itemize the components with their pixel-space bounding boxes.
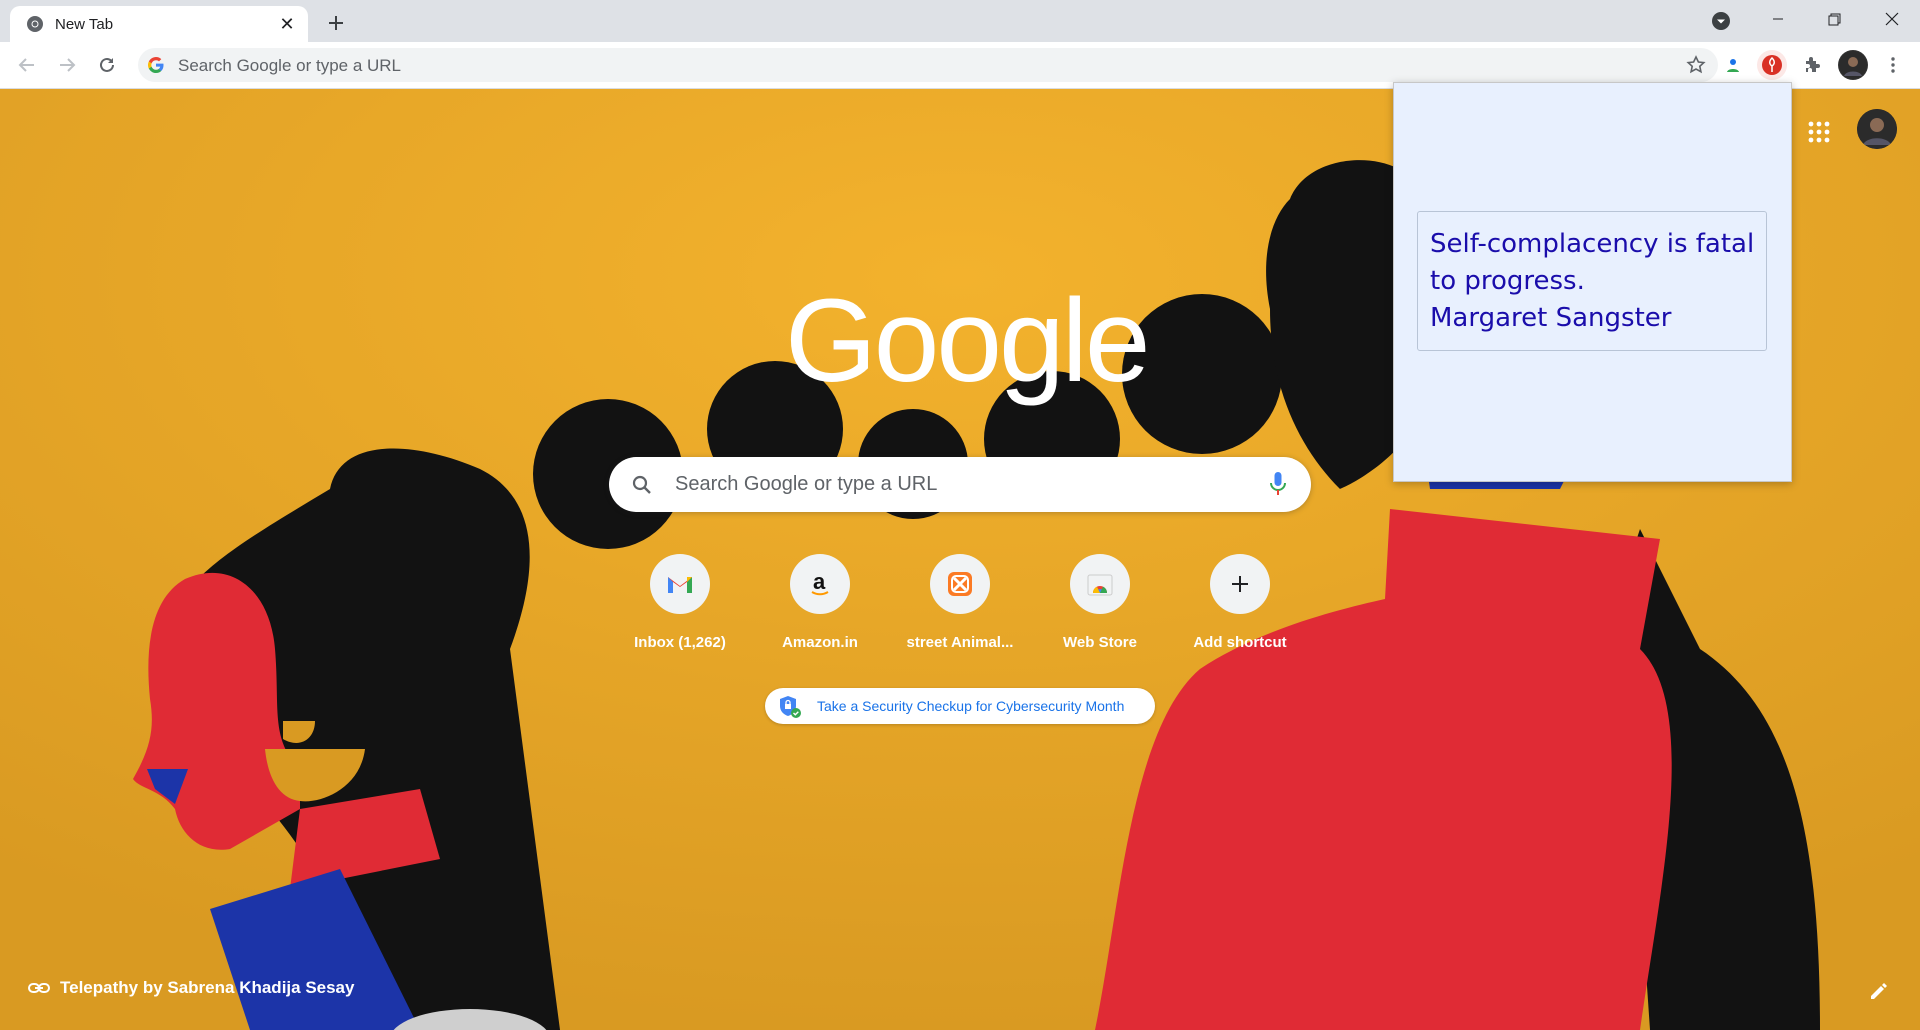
arrow-left-icon: [18, 58, 34, 72]
plus-icon: [329, 16, 343, 30]
extension-icon-1[interactable]: [1718, 50, 1748, 80]
search-icon: [632, 475, 651, 494]
extension-person-icon: [1727, 59, 1739, 72]
tab-title: New Tab: [55, 16, 114, 33]
attribution-text: Telepathy by Sabrena Khadija Sesay: [60, 978, 355, 997]
webstore-icon: [1070, 554, 1130, 614]
tab-strip: New Tab ✕: [0, 0, 1920, 42]
microphone-icon[interactable]: [1269, 471, 1287, 497]
profile-avatar[interactable]: [1838, 50, 1868, 80]
google-logo: Google: [785, 275, 1151, 407]
close-icon: [1885, 12, 1899, 26]
shield-lock-icon: [780, 696, 801, 718]
close-window-button[interactable]: [1864, 0, 1920, 38]
back-button[interactable]: [12, 50, 42, 80]
minimize-button[interactable]: [1750, 0, 1806, 38]
google-apps-icon[interactable]: [1805, 118, 1833, 146]
shortcut-inbox[interactable]: Inbox (1,262): [624, 552, 736, 664]
bookmark-star-icon[interactable]: [1686, 55, 1706, 75]
close-tab-icon[interactable]: ✕: [276, 13, 298, 35]
forward-button[interactable]: [52, 50, 82, 80]
new-tab-button[interactable]: [322, 9, 350, 37]
shortcut-label: Web Store: [1063, 634, 1137, 651]
arrow-right-icon: [60, 58, 76, 72]
google-g-icon: [148, 57, 164, 73]
quote-author: Margaret Sangster: [1430, 303, 1672, 333]
restore-button[interactable]: [1806, 0, 1862, 38]
chrome-icon: [27, 16, 43, 32]
shortcut-label: Inbox (1,262): [634, 634, 726, 651]
link-icon: [28, 983, 50, 993]
reload-icon: [100, 57, 114, 72]
omnibox[interactable]: Search Google or type a URL: [138, 48, 1718, 82]
shortcut-amazon[interactable]: a Amazon.in: [764, 552, 876, 664]
shortcut-street-animal[interactable]: street Animal...: [904, 552, 1016, 664]
avatar-icon: [1839, 51, 1867, 79]
security-checkup-promo[interactable]: Take a Security Checkup for Cybersecurit…: [765, 688, 1155, 724]
add-shortcut-button[interactable]: Add shortcut: [1184, 552, 1296, 664]
reload-button[interactable]: [92, 50, 122, 80]
shortcut-web-store[interactable]: Web Store: [1044, 552, 1156, 664]
amazon-icon: a: [790, 554, 850, 614]
account-avatar[interactable]: [1857, 109, 1897, 149]
quote-extension-icon: [1762, 55, 1782, 75]
shortcut-label: Amazon.in: [782, 634, 858, 651]
restore-icon: [1828, 13, 1840, 25]
background-attribution[interactable]: Telepathy by Sabrena Khadija Sesay: [28, 978, 354, 998]
omnibox-placeholder: Search Google or type a URL: [178, 56, 402, 75]
pencil-icon[interactable]: [1868, 980, 1890, 1002]
promo-text: Take a Security Checkup for Cybersecurit…: [817, 698, 1125, 714]
search-placeholder: Search Google or type a URL: [675, 473, 938, 495]
shortcut-label: street Animal...: [906, 634, 1014, 651]
quote-text: Self-complacency is fatal to progress. M…: [1430, 226, 1760, 337]
xampp-icon: [930, 554, 990, 614]
quote-box: Self-complacency is fatal to progress. M…: [1417, 211, 1767, 351]
minimize-icon: [1773, 18, 1783, 20]
puzzle-icon: [1806, 57, 1820, 72]
gmail-icon: [650, 554, 710, 614]
avatar-icon: [1857, 109, 1897, 149]
chrome-menu-button[interactable]: [1878, 50, 1908, 80]
quote-line: Self-complacency is fatal to progress.: [1430, 229, 1755, 296]
quote-extension-popup: Self-complacency is fatal to progress. M…: [1393, 82, 1792, 482]
tab-search-icon[interactable]: [1710, 10, 1732, 32]
extensions-button[interactable]: [1797, 50, 1827, 80]
three-dots-vertical-icon: [1891, 57, 1895, 73]
tab-new-tab[interactable]: New Tab ✕: [10, 6, 308, 42]
extension-icon-2[interactable]: [1757, 50, 1787, 80]
svg-text:a: a: [813, 569, 826, 594]
plus-icon: [1210, 554, 1270, 614]
ntp-search-box[interactable]: Search Google or type a URL: [609, 457, 1311, 512]
shortcut-label: Add shortcut: [1193, 634, 1287, 651]
